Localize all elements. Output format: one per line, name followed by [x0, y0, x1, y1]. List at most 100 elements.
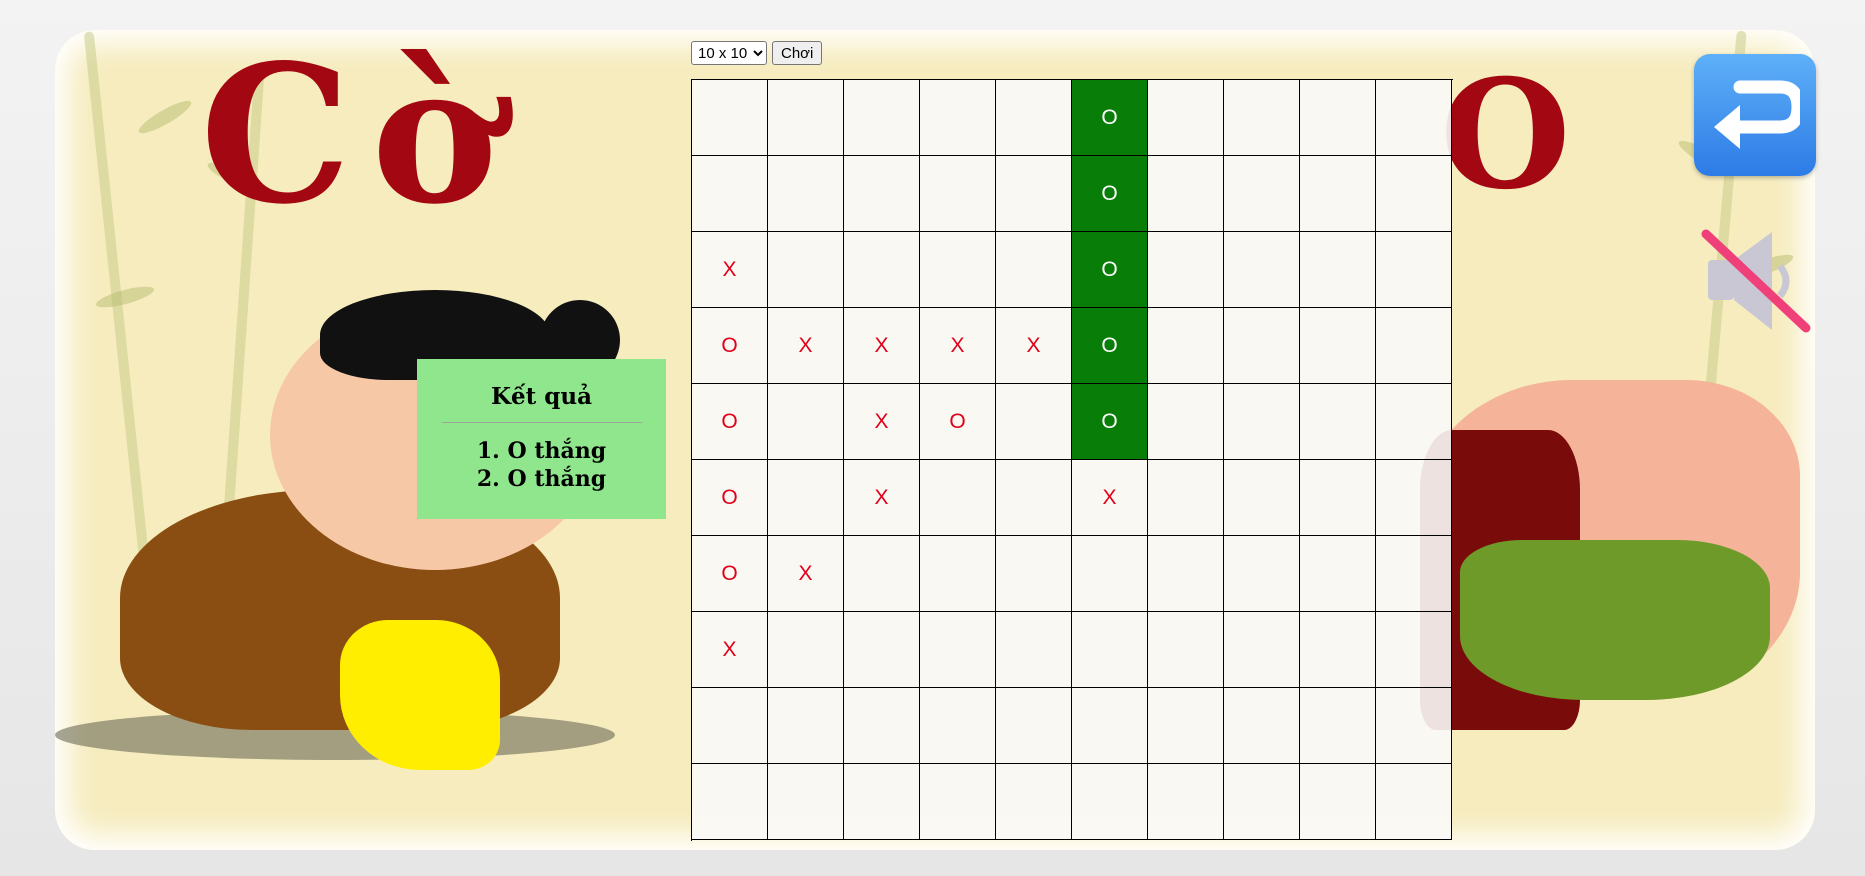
board-cell[interactable]: [1376, 764, 1452, 840]
board-cell[interactable]: [1072, 688, 1148, 764]
board-cell[interactable]: [1300, 384, 1376, 460]
board-cell[interactable]: [920, 460, 996, 536]
board-cell[interactable]: [1148, 156, 1224, 232]
board-cell[interactable]: [996, 764, 1072, 840]
board-cell[interactable]: [1376, 156, 1452, 232]
back-button[interactable]: [1694, 54, 1816, 176]
board-cell[interactable]: [844, 536, 920, 612]
board-cell[interactable]: [1148, 612, 1224, 688]
board-size-select[interactable]: 10 x 10: [691, 41, 767, 65]
board-cell[interactable]: [996, 536, 1072, 612]
board-cell[interactable]: [768, 688, 844, 764]
board-cell[interactable]: [1376, 232, 1452, 308]
board-cell[interactable]: [1148, 460, 1224, 536]
board-cell[interactable]: [844, 156, 920, 232]
board-cell[interactable]: [1224, 612, 1300, 688]
board-cell[interactable]: O: [1072, 80, 1148, 156]
board-cell[interactable]: [1376, 688, 1452, 764]
board-cell[interactable]: [844, 612, 920, 688]
board-cell[interactable]: [1224, 688, 1300, 764]
board-cell[interactable]: [1300, 612, 1376, 688]
board-cell[interactable]: X: [768, 536, 844, 612]
board-cell[interactable]: [996, 460, 1072, 536]
board-cell[interactable]: [692, 688, 768, 764]
board-cell[interactable]: [1148, 688, 1224, 764]
board-cell[interactable]: X: [844, 460, 920, 536]
board-cell[interactable]: [1224, 764, 1300, 840]
board-cell[interactable]: X: [844, 384, 920, 460]
board-cell[interactable]: [1376, 612, 1452, 688]
board-cell[interactable]: [768, 156, 844, 232]
board-cell[interactable]: [692, 156, 768, 232]
board-cell[interactable]: X: [844, 308, 920, 384]
board-cell[interactable]: [1300, 688, 1376, 764]
board-cell[interactable]: [1072, 764, 1148, 840]
board-cell[interactable]: [1300, 460, 1376, 536]
board-cell[interactable]: [1224, 156, 1300, 232]
board-cell[interactable]: [1224, 308, 1300, 384]
board-cell[interactable]: [1300, 764, 1376, 840]
board-cell[interactable]: [844, 764, 920, 840]
board-cell[interactable]: [920, 688, 996, 764]
board-cell[interactable]: [1300, 536, 1376, 612]
board-cell[interactable]: [996, 612, 1072, 688]
board-cell[interactable]: [1072, 612, 1148, 688]
board-cell[interactable]: [1148, 536, 1224, 612]
board-cell[interactable]: X: [768, 308, 844, 384]
board-cell[interactable]: [1072, 536, 1148, 612]
board-cell[interactable]: [920, 156, 996, 232]
board-cell[interactable]: [844, 232, 920, 308]
board-cell[interactable]: O: [1072, 156, 1148, 232]
board-cell[interactable]: [768, 764, 844, 840]
board-cell[interactable]: [1224, 384, 1300, 460]
board-cell[interactable]: X: [996, 308, 1072, 384]
board-cell[interactable]: [1300, 232, 1376, 308]
board-cell[interactable]: X: [920, 308, 996, 384]
board-cell[interactable]: [1148, 80, 1224, 156]
board-cell[interactable]: [768, 384, 844, 460]
board-cell[interactable]: [1376, 308, 1452, 384]
board-cell[interactable]: [996, 156, 1072, 232]
board-cell[interactable]: [1148, 308, 1224, 384]
board-cell[interactable]: [1300, 308, 1376, 384]
board-cell[interactable]: [1224, 460, 1300, 536]
board-cell[interactable]: [768, 80, 844, 156]
board-cell[interactable]: [920, 536, 996, 612]
board-cell[interactable]: O: [1072, 308, 1148, 384]
board-cell[interactable]: O: [920, 384, 996, 460]
board-cell[interactable]: [768, 460, 844, 536]
board-cell[interactable]: [1224, 232, 1300, 308]
sound-toggle-button[interactable]: [1700, 226, 1812, 336]
board-cell[interactable]: O: [1072, 232, 1148, 308]
board-cell[interactable]: [1300, 156, 1376, 232]
board-cell[interactable]: [920, 232, 996, 308]
board-cell[interactable]: [1148, 384, 1224, 460]
board-cell[interactable]: [1224, 80, 1300, 156]
board-cell[interactable]: O: [692, 384, 768, 460]
board-cell[interactable]: [1376, 536, 1452, 612]
play-button[interactable]: Chơi: [772, 41, 823, 65]
board-cell[interactable]: X: [692, 232, 768, 308]
board-cell[interactable]: [920, 80, 996, 156]
board-cell[interactable]: [1148, 232, 1224, 308]
board-cell[interactable]: O: [692, 308, 768, 384]
board-cell[interactable]: [1376, 460, 1452, 536]
board-cell[interactable]: [692, 80, 768, 156]
board-cell[interactable]: [920, 764, 996, 840]
board-cell[interactable]: X: [692, 612, 768, 688]
board-cell[interactable]: [768, 612, 844, 688]
board-cell[interactable]: O: [692, 536, 768, 612]
board-cell[interactable]: [1224, 536, 1300, 612]
board-cell[interactable]: [996, 80, 1072, 156]
board-cell[interactable]: O: [1072, 384, 1148, 460]
board-cell[interactable]: [996, 688, 1072, 764]
board-cell[interactable]: [1376, 384, 1452, 460]
board-cell[interactable]: [1300, 80, 1376, 156]
board-cell[interactable]: [768, 232, 844, 308]
board-cell[interactable]: [692, 764, 768, 840]
board-cell[interactable]: [844, 688, 920, 764]
board-cell[interactable]: [920, 612, 996, 688]
board-cell[interactable]: O: [692, 460, 768, 536]
board-cell[interactable]: [1148, 764, 1224, 840]
board-cell[interactable]: [844, 80, 920, 156]
